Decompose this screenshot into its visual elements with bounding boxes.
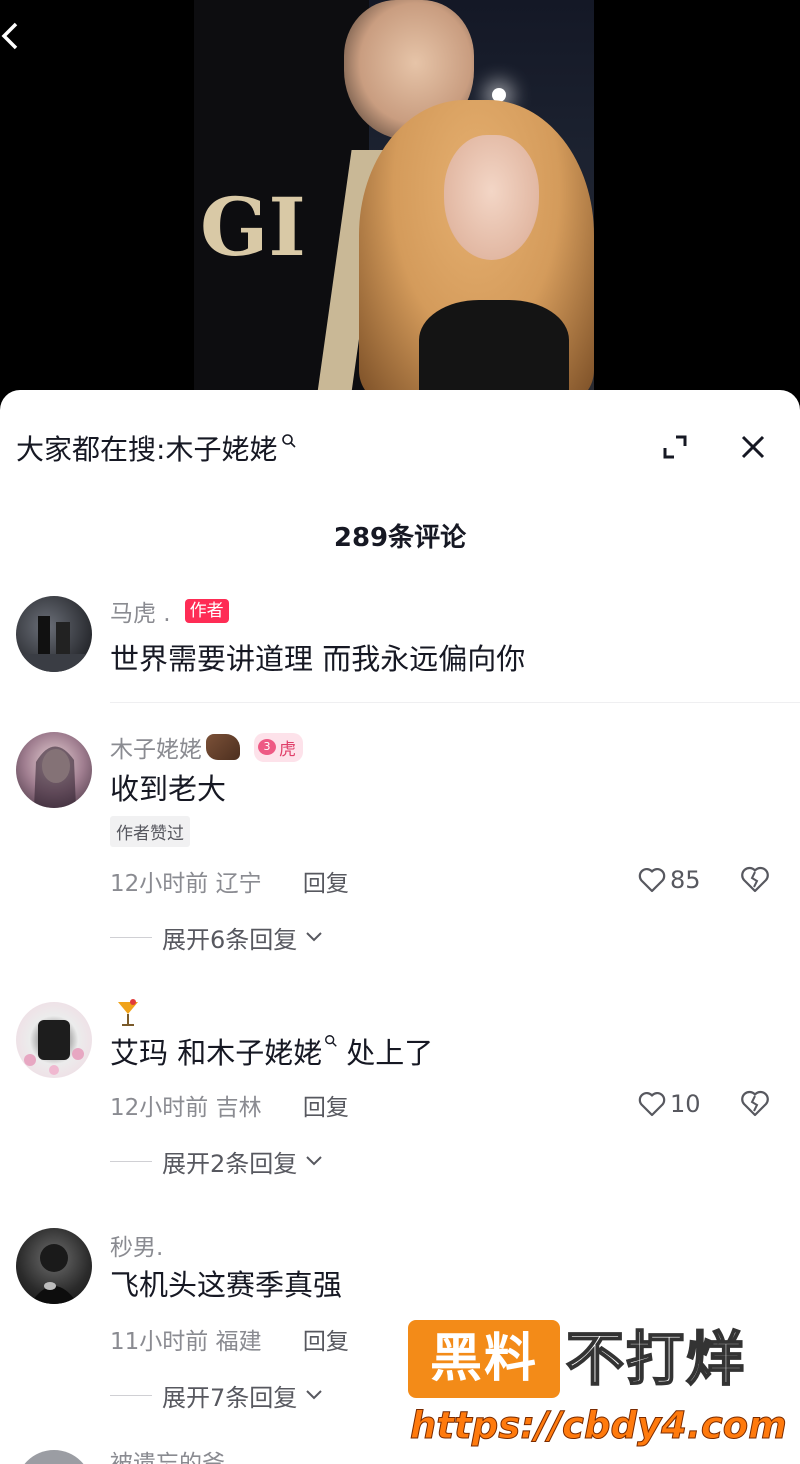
expand-replies[interactable]: 展开7条回复	[110, 1378, 323, 1413]
comment-author[interactable]: 木子姥姥 3 虎	[110, 730, 303, 764]
expand-replies-label[interactable]: 展开2条回复	[162, 1144, 297, 1179]
back-button[interactable]	[0, 20, 28, 52]
avatar[interactable]	[16, 1002, 92, 1078]
comment-text[interactable]: 飞机头这赛季真强	[110, 1262, 342, 1304]
author-badge: 作者	[184, 599, 229, 623]
fullscreen-button[interactable]	[662, 434, 688, 460]
chevron-down-icon	[305, 1151, 323, 1172]
expand-line	[110, 1395, 152, 1396]
photo-woman-face	[444, 135, 539, 260]
fan-badge-label: 虎	[279, 739, 296, 760]
post-photo: GI	[194, 0, 594, 400]
avatar[interactable]	[16, 732, 92, 808]
avatar[interactable]	[16, 596, 92, 672]
like-count: 10	[670, 1090, 701, 1118]
avatar-image	[30, 1244, 78, 1304]
reply-button[interactable]: 回复	[303, 1329, 349, 1355]
like-button[interactable]: 10	[638, 1090, 701, 1118]
chevron-left-icon	[1, 22, 18, 50]
chevron-down-icon	[305, 927, 323, 948]
gift-icon	[206, 734, 240, 760]
comment-time: 12小时前	[110, 871, 209, 897]
comment-region: 吉林	[215, 1095, 262, 1121]
reply-button[interactable]: 回复	[303, 871, 349, 897]
photo-woman-body	[419, 300, 569, 400]
expand-replies-label[interactable]: 展开7条回复	[162, 1378, 297, 1413]
comment-text-part: 处上了	[346, 1036, 434, 1070]
avatar-image	[34, 746, 76, 808]
heart-icon	[638, 868, 666, 893]
expand-replies[interactable]: 展开2条回复	[110, 1144, 323, 1179]
comment-count: 289条评论	[333, 523, 467, 553]
comment-time: 12小时前	[110, 1095, 209, 1121]
jacket-logo: GI	[200, 180, 306, 274]
comment-sheet: 大家都在搜: 木子姥姥 289条评论 马虎 . 作者 世界需要讲道理 而我永远偏…	[0, 390, 800, 1464]
heart-icon	[638, 1092, 666, 1117]
comment-text[interactable]: 艾玛 和木子姥姥 处上了	[110, 1030, 433, 1072]
comment-region: 辽宁	[215, 871, 262, 897]
comment-meta: 12小时前 辽宁 回复	[110, 864, 349, 898]
fan-badge: 3 虎	[254, 732, 303, 762]
expand-line	[110, 1161, 152, 1162]
avatar-image	[24, 1020, 84, 1075]
trending-search-prefix: 大家都在搜:	[16, 433, 166, 466]
comment-text-part: 艾玛 和木子姥姥	[110, 1036, 323, 1070]
trending-search[interactable]: 大家都在搜: 木子姥姥	[16, 428, 297, 468]
expand-replies[interactable]: 展开6条回复	[110, 920, 323, 955]
search-icon	[281, 430, 297, 454]
close-icon	[741, 435, 765, 459]
comment-text[interactable]: 收到老大	[110, 766, 226, 808]
post-image-area[interactable]: GI	[0, 0, 800, 400]
reply-button[interactable]: 回复	[303, 1095, 349, 1121]
comment-author[interactable]: 秒男.	[110, 1228, 163, 1262]
divider	[110, 702, 800, 703]
comment-author[interactable]: 马虎 . 作者	[110, 594, 229, 628]
comment-author-name[interactable]: 秒男.	[110, 1228, 163, 1262]
expand-line	[110, 937, 152, 938]
avatar[interactable]	[16, 1228, 92, 1304]
dislike-button[interactable]	[740, 1090, 770, 1118]
comment-author-name[interactable]: 被遗忘的爷	[110, 1444, 225, 1464]
author-liked-tag: 作者赞过	[110, 816, 190, 847]
cocktail-icon	[116, 998, 140, 1034]
fan-level-heart-icon: 3	[258, 739, 276, 755]
trending-search-term[interactable]: 木子姥姥	[165, 428, 277, 468]
close-button[interactable]	[740, 434, 766, 460]
comment-author-name[interactable]: 马虎 .	[110, 594, 171, 628]
watermark-text: 不打烊	[565, 1324, 747, 1394]
like-button[interactable]: 85	[638, 866, 701, 894]
comment-text[interactable]: 世界需要讲道理 而我永远偏向你	[110, 636, 525, 678]
expand-icon	[663, 435, 687, 459]
broken-heart-icon	[741, 1090, 769, 1117]
watermark-url: https://cbdy4.com	[410, 1404, 788, 1448]
search-icon[interactable]	[324, 1034, 338, 1052]
comment-meta: 11小时前 福建 回复	[110, 1322, 349, 1356]
expand-replies-label[interactable]: 展开6条回复	[162, 920, 297, 955]
comment-meta: 12小时前 吉林 回复	[110, 1088, 349, 1122]
avatar-image	[16, 616, 92, 672]
watermark: 黑料 不打烊 https://cbdy4.com	[408, 1320, 788, 1460]
comment-time: 11小时前	[110, 1329, 209, 1355]
broken-heart-icon	[741, 866, 769, 893]
comment-region: 福建	[215, 1329, 262, 1355]
dislike-button[interactable]	[740, 866, 770, 894]
chevron-down-icon	[305, 1385, 323, 1406]
watermark-badge: 黑料	[408, 1320, 560, 1398]
comment-author-name[interactable]: 木子姥姥	[110, 730, 202, 764]
like-count: 85	[670, 866, 701, 894]
avatar[interactable]	[16, 1450, 92, 1464]
